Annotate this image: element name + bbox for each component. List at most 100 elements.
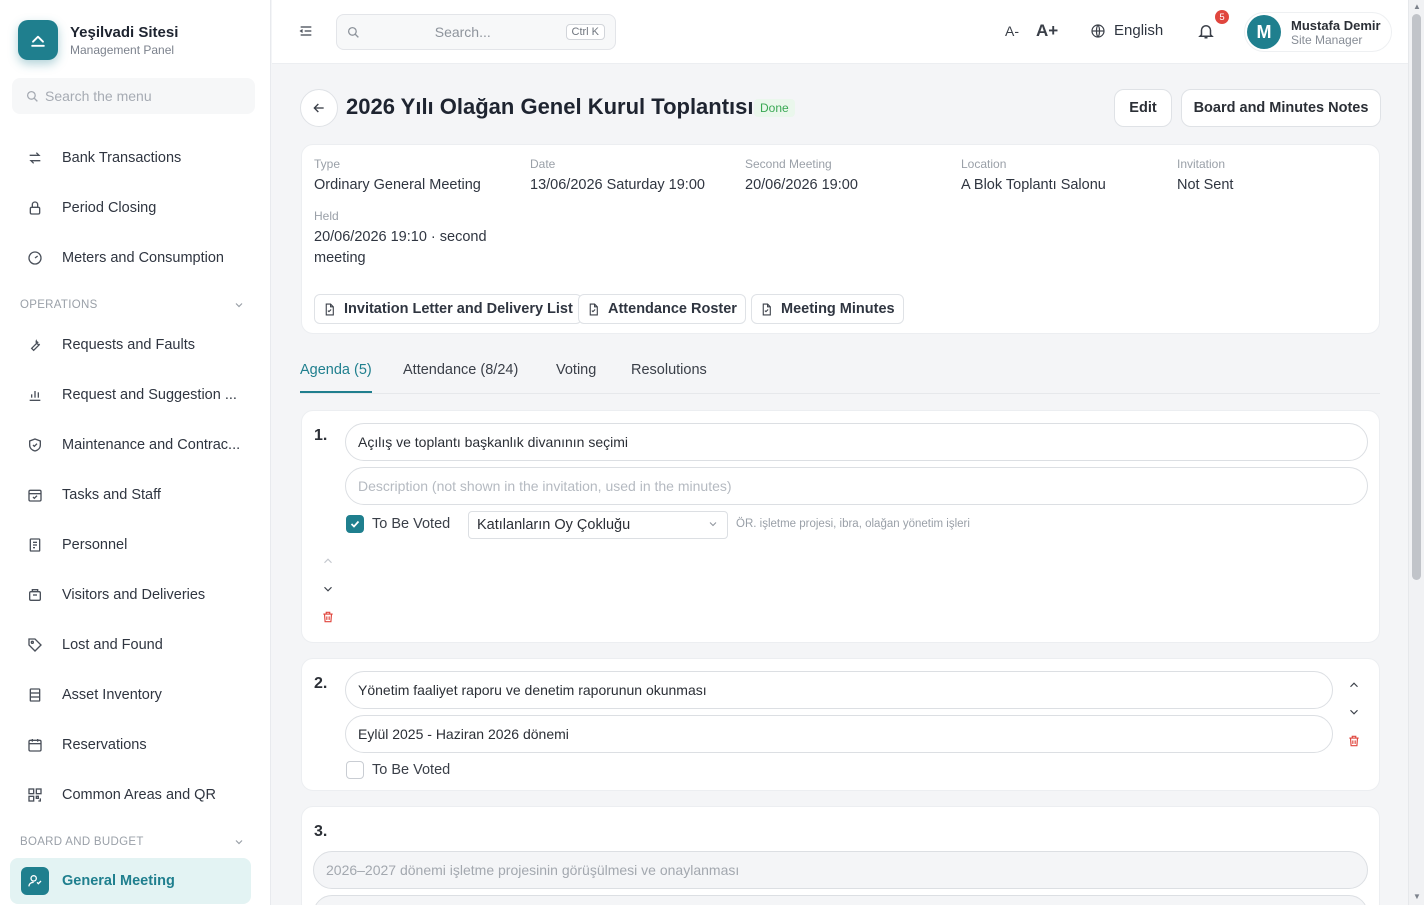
sidebar-item-personnel[interactable]: Personnel [10, 523, 251, 567]
edit-button[interactable]: Edit [1114, 89, 1172, 127]
menu-collapse-icon[interactable] [298, 23, 314, 42]
page-title: 2026 Yılı Olağan Genel Kurul Toplantısı [346, 94, 754, 119]
trash-icon[interactable] [320, 609, 336, 625]
user-role: Site Manager [1291, 32, 1363, 47]
agenda-item: 2. Yönetim faaliyet raporu ve denetim ra… [301, 658, 1380, 791]
chevron-down-icon [235, 840, 243, 845]
sidebar-item-meters[interactable]: Meters and Consumption [10, 236, 251, 280]
scroll-down-arrow-icon[interactable]: ▼ [1413, 892, 1421, 901]
tab-resolutions[interactable]: Resolutions [631, 362, 707, 378]
majority-select[interactable]: Katılanların Oy Çokluğu [468, 511, 728, 539]
lock-icon [26, 199, 44, 217]
agenda-description-input[interactable] [313, 895, 1368, 905]
sidebar-item-visitors[interactable]: Visitors and Deliveries [10, 573, 251, 617]
bell-icon[interactable] [1197, 21, 1215, 44]
info-label: Second Meeting [745, 157, 832, 171]
user-menu[interactable]: M Mustafa Demir Site Manager [1244, 12, 1392, 52]
wrench-icon [26, 336, 44, 354]
document-icon [762, 303, 771, 315]
agenda-description-input[interactable]: Eylül 2025 - Haziran 2026 dönemi [345, 715, 1333, 753]
to-be-voted-label: To Be Voted [372, 762, 451, 778]
info-invitation: Invitation Not Sent [1177, 157, 1233, 196]
check-icon [350, 520, 360, 528]
sidebar-section-operations[interactable]: OPERATIONS [20, 299, 245, 311]
transfer-icon [26, 149, 44, 167]
brand-title: Yeşilvadi Sitesi [70, 23, 179, 41]
info-location: Location A Blok Toplantı Salonu [961, 157, 1106, 196]
sidebar-item-asset-inventory[interactable]: Asset Inventory [10, 673, 251, 717]
trash-icon[interactable] [1346, 733, 1362, 749]
active-tab-indicator [300, 391, 372, 393]
info-label: Held [314, 209, 339, 223]
sidebar-item-period-closing[interactable]: Period Closing [10, 186, 251, 230]
brand-subtitle: Management Panel [70, 42, 175, 57]
info-value: 20/06/2026 19:00 [745, 177, 858, 193]
section-label: BOARD AND BUDGET [20, 836, 144, 848]
sidebar-item-label: Bank Transactions [62, 150, 182, 166]
sidebar-item-maintenance[interactable]: Maintenance and Contrac... [10, 423, 251, 467]
page-scrollbar[interactable]: ▲ ▼ [1408, 0, 1424, 905]
font-decrease-button[interactable]: A- [1005, 23, 1019, 39]
chevron-down-icon [709, 522, 717, 527]
arrow-left-icon [313, 103, 324, 113]
sidebar-item-common-areas-qr[interactable]: Common Areas and QR [10, 773, 251, 817]
back-button[interactable] [300, 89, 338, 127]
sidebar-item-label: Tasks and Staff [62, 487, 161, 503]
bar-chart-icon [26, 386, 44, 404]
to-be-voted-checkbox[interactable] [346, 515, 364, 533]
info-label: Type [314, 157, 341, 171]
info-value: Not Sent [1177, 177, 1234, 193]
tab-voting[interactable]: Voting [556, 362, 596, 378]
info-held: Held 20/06/2026 19:10 · second meeting [314, 209, 514, 269]
invitation-letter-button[interactable]: Invitation Letter and Delivery List [314, 294, 582, 324]
font-increase-button[interactable]: A+ [1036, 21, 1058, 41]
document-icon [325, 303, 334, 315]
agenda-title-input[interactable]: 2026–2027 dönemi işletme projesinin görü… [313, 851, 1368, 889]
search-placeholder: Search... [434, 24, 491, 40]
status-badge: Done [754, 99, 795, 117]
id-card-icon [26, 536, 44, 554]
meeting-minutes-button[interactable]: Meeting Minutes [751, 294, 904, 324]
scroll-up-arrow-icon[interactable]: ▲ [1413, 2, 1421, 11]
people-icon [21, 867, 49, 895]
info-label: Location [961, 157, 1007, 171]
sidebar-item-label: Meters and Consumption [62, 250, 224, 266]
tab-attendance[interactable]: Attendance (8/24) [403, 362, 518, 378]
info-label: Invitation [1177, 157, 1226, 171]
scroll-thumb[interactable] [1412, 14, 1421, 580]
chevron-down-icon[interactable] [1346, 704, 1362, 720]
sidebar-item-label: General Meeting [62, 873, 175, 889]
sidebar-item-bank-transactions[interactable]: Bank Transactions [10, 136, 251, 180]
global-search-input[interactable]: Search... Ctrl K [336, 14, 616, 50]
brand[interactable]: Yeşilvadi Sitesi Management Panel [18, 20, 178, 60]
sidebar-item-tasks-staff[interactable]: Tasks and Staff [10, 473, 251, 517]
language-selector[interactable]: English [1090, 22, 1163, 39]
calendar-check-icon [26, 486, 44, 504]
info-value: Ordinary General Meeting [314, 177, 481, 193]
menu-search-placeholder: Search the menu [45, 88, 152, 104]
sidebar-item-lost-found[interactable]: Lost and Found [10, 623, 251, 667]
attendance-roster-button[interactable]: Attendance Roster [578, 294, 746, 324]
sidebar-item-label: Reservations [62, 737, 147, 753]
to-be-voted-checkbox[interactable] [346, 761, 364, 779]
sidebar-item-general-meeting[interactable]: General Meeting [10, 858, 251, 904]
menu-search-input[interactable]: Search the menu [12, 78, 255, 114]
shield-check-icon [26, 436, 44, 454]
tab-agenda[interactable]: Agenda (5) [300, 362, 372, 378]
chevron-up-icon[interactable] [320, 553, 336, 569]
sidebar-item-request-suggestion[interactable]: Request and Suggestion ... [10, 373, 251, 417]
agenda-description-input[interactable]: Description (not shown in the invitation… [345, 467, 1368, 505]
sidebar-item-reservations[interactable]: Reservations [10, 723, 251, 767]
gauge-icon [26, 249, 44, 267]
to-be-voted-label: To Be Voted [372, 516, 451, 532]
sidebar-item-requests-faults[interactable]: Requests and Faults [10, 323, 251, 367]
board-minutes-notes-button[interactable]: Board and Minutes Notes [1181, 89, 1381, 127]
meeting-tabs: Agenda (5) Attendance (8/24) Voting Reso… [300, 360, 1380, 394]
agenda-title-input[interactable]: Açılış ve toplantı başkanlık divanının s… [345, 423, 1368, 461]
chevron-down-icon[interactable] [320, 581, 336, 597]
chevron-up-icon[interactable] [1346, 677, 1362, 693]
home-logo-icon [18, 20, 58, 60]
sidebar-item-label: Visitors and Deliveries [62, 587, 206, 603]
agenda-title-input[interactable]: Yönetim faaliyet raporu ve denetim rapor… [345, 671, 1333, 709]
sidebar-section-board-budget[interactable]: BOARD AND BUDGET [20, 836, 245, 848]
